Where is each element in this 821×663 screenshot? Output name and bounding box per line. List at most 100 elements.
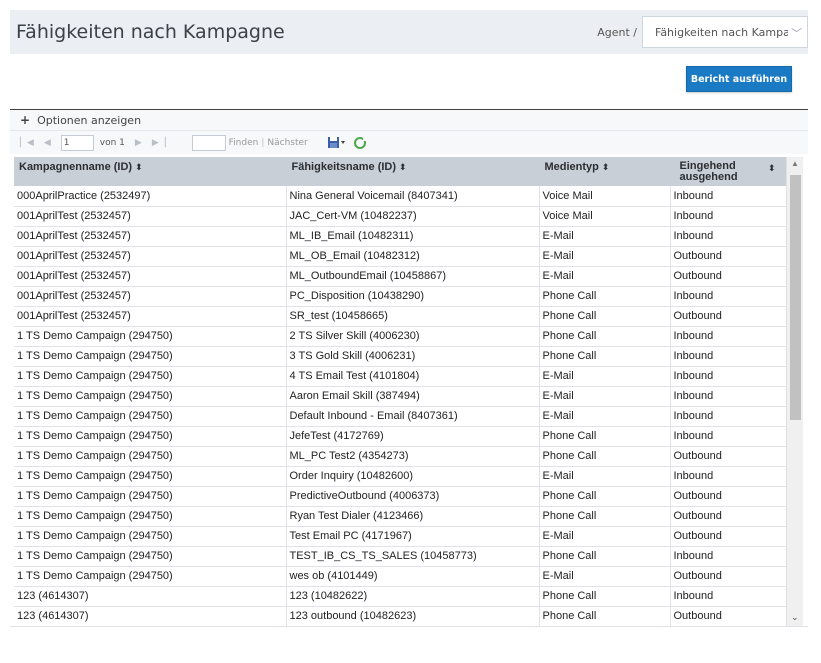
table-row: 1 TS Demo Campaign (294750) 2 TS Silver S… bbox=[14, 326, 787, 347]
table-cell: Phone Call bbox=[539, 346, 671, 367]
table-row: 1 TS Demo Campaign (294750) TEST_IB_CS_TS… bbox=[14, 546, 787, 567]
table-cell: TEST_IB_CS_TS_SALES (10458773) bbox=[286, 546, 540, 567]
table-row: 123 (4614307) 123 outbound (10482623) Phon… bbox=[14, 606, 787, 626]
scroll-down-icon[interactable]: ⌄ bbox=[791, 612, 799, 623]
table-row: 001AprilTest (2532457) JAC_Cert-VM (10482… bbox=[14, 206, 787, 227]
table-cell: wes ob (4101449) bbox=[286, 566, 540, 587]
table-cell: Nina General Voicemail (8407341) bbox=[286, 186, 540, 207]
sort-icon: ⬍ bbox=[767, 163, 776, 173]
table-cell: E-Mail bbox=[539, 366, 671, 387]
table-cell: PC_Disposition (10438290) bbox=[286, 286, 540, 307]
table-cell: Inbound bbox=[670, 286, 787, 307]
previous-page-icon[interactable]: ◀ bbox=[44, 138, 51, 148]
report-table-container: Kampagnenname (ID) ⬍ Fähigkeitsname (ID) ⬍… bbox=[14, 157, 803, 626]
table-cell: Inbound bbox=[670, 386, 787, 407]
table-row: 1 TS Demo Campaign (294750) wes ob (41014… bbox=[14, 566, 787, 587]
table-cell: JefeTest (4172769) bbox=[286, 426, 540, 447]
table-row: 1 TS Demo Campaign (294750) Test Email PC… bbox=[14, 526, 787, 547]
table-cell: Inbound bbox=[670, 206, 787, 227]
next-match-link[interactable]: Nächster bbox=[267, 138, 307, 148]
table-cell: E-Mail bbox=[539, 246, 671, 267]
table-cell: Phone Call bbox=[539, 446, 671, 467]
column-header-campaign[interactable]: Kampagnenname (ID) ⬍ bbox=[14, 157, 287, 186]
refresh-icon[interactable] bbox=[353, 136, 367, 149]
report-footer bbox=[10, 626, 808, 663]
table-row: 1 TS Demo Campaign (294750) Aaron Email S… bbox=[14, 386, 787, 407]
table-cell: 123 (4614307) bbox=[14, 586, 287, 607]
table-cell: 1 TS Demo Campaign (294750) bbox=[14, 446, 287, 467]
table-cell: 1 TS Demo Campaign (294750) bbox=[14, 406, 287, 427]
scrollbar-thumb[interactable] bbox=[790, 175, 801, 420]
table-row: 001AprilTest (2532457) PC_Disposition (10… bbox=[14, 286, 787, 307]
table-cell: 001AprilTest (2532457) bbox=[14, 286, 287, 307]
table-cell: Outbound bbox=[670, 566, 787, 587]
scroll-up-icon[interactable]: ▲ bbox=[791, 159, 799, 168]
table-cell: 3 TS Gold Skill (4006231) bbox=[286, 346, 540, 367]
table-cell: Phone Call bbox=[539, 326, 671, 347]
table-cell: 1 TS Demo Campaign (294750) bbox=[14, 366, 287, 387]
run-report-button[interactable]: Bericht ausführen bbox=[686, 66, 792, 92]
report-select[interactable]: Fähigkeiten nach Kampa ﹀ bbox=[642, 16, 808, 48]
run-bar: Bericht ausführen bbox=[10, 54, 808, 110]
vertical-scrollbar[interactable]: ▲ ⌄ bbox=[786, 157, 803, 626]
column-header-direction[interactable]: Eingehend ausgehend ⬍ bbox=[670, 157, 787, 186]
agent-breadcrumb: Agent / bbox=[597, 25, 637, 39]
table-cell: Ryan Test Dialer (4123466) bbox=[286, 506, 540, 527]
table-row: 001AprilTest (2532457) ML_OutboundEmail (… bbox=[14, 266, 787, 287]
table-cell: 123 outbound (10482623) bbox=[286, 606, 540, 626]
table-cell: Phone Call bbox=[539, 586, 671, 607]
report-frame: Fähigkeiten nach Kampagne Agent / Fähigk… bbox=[10, 10, 808, 663]
table-cell: 001AprilTest (2532457) bbox=[14, 246, 287, 267]
table-cell: 1 TS Demo Campaign (294750) bbox=[14, 426, 287, 447]
table-cell: Outbound bbox=[670, 446, 787, 467]
table-row: 001AprilTest (2532457) ML_IB_Email (10482… bbox=[14, 226, 787, 247]
next-page-icon[interactable]: ▶ bbox=[135, 138, 142, 148]
column-header-media-type[interactable]: Medientyp ⬍ bbox=[539, 157, 671, 186]
table-row: 1 TS Demo Campaign (294750) ML_PC Test2 (… bbox=[14, 446, 787, 467]
table-cell: Outbound bbox=[670, 606, 787, 626]
table-cell: ML_OutboundEmail (10458867) bbox=[286, 266, 540, 287]
export-save-icon[interactable] bbox=[327, 136, 345, 149]
options-toggle[interactable]: + Optionen anzeigen bbox=[10, 110, 808, 131]
table-cell: 1 TS Demo Campaign (294750) bbox=[14, 326, 287, 347]
table-cell: Phone Call bbox=[539, 606, 671, 626]
chevron-down-icon: ﹀ bbox=[788, 25, 802, 41]
table-cell: Phone Call bbox=[539, 426, 671, 447]
table-cell: 001AprilTest (2532457) bbox=[14, 306, 287, 327]
table-cell: Outbound bbox=[670, 506, 787, 527]
find-link[interactable]: Finden bbox=[229, 138, 259, 148]
table-row: 1 TS Demo Campaign (294750) Ryan Test Dia… bbox=[14, 506, 787, 527]
table-cell: Inbound bbox=[670, 186, 787, 207]
first-page-icon[interactable]: ▏◀ bbox=[20, 138, 34, 148]
column-header-skill[interactable]: Fähigkeitsname (ID) ⬍ bbox=[286, 157, 540, 186]
table-cell: 1 TS Demo Campaign (294750) bbox=[14, 386, 287, 407]
table-cell: E-Mail bbox=[539, 226, 671, 247]
table-cell: Inbound bbox=[670, 326, 787, 347]
report-table: Kampagnenname (ID) ⬍ Fähigkeitsname (ID) ⬍… bbox=[14, 157, 787, 626]
table-cell: Phone Call bbox=[539, 306, 671, 327]
table-row: 1 TS Demo Campaign (294750) Order Inquiry… bbox=[14, 466, 787, 487]
page-number-input[interactable]: 1 bbox=[60, 134, 94, 151]
table-cell: Inbound bbox=[670, 366, 787, 387]
table-cell: Outbound bbox=[670, 246, 787, 267]
table-cell: ML_IB_Email (10482311) bbox=[286, 226, 540, 247]
table-row: 1 TS Demo Campaign (294750) Default Inbou… bbox=[14, 406, 787, 427]
table-cell: 000AprilPractice (2532497) bbox=[14, 186, 287, 207]
table-cell: 4 TS Email Test (4101804) bbox=[286, 366, 540, 387]
table-cell: E-Mail bbox=[539, 566, 671, 587]
table-cell: E-Mail bbox=[539, 466, 671, 487]
agent-area: Agent / Fähigkeiten nach Kampa ﹀ bbox=[597, 10, 808, 54]
report-toolbar: ▏◀ ◀ 1 von 1 ▶ ▶▕ Finden | Nächster bbox=[10, 131, 808, 154]
table-cell: 1 TS Demo Campaign (294750) bbox=[14, 546, 287, 567]
table-cell: Outbound bbox=[670, 486, 787, 507]
table-cell: Test Email PC (4171967) bbox=[286, 526, 540, 547]
table-cell: 123 (10482622) bbox=[286, 586, 540, 607]
table-header-row: Kampagnenname (ID) ⬍ Fähigkeitsname (ID) ⬍… bbox=[14, 157, 787, 186]
table-cell: 1 TS Demo Campaign (294750) bbox=[14, 566, 287, 587]
find-input[interactable] bbox=[191, 134, 226, 151]
table-cell: 123 (4614307) bbox=[14, 606, 287, 626]
table-cell: SR_test (10458665) bbox=[286, 306, 540, 327]
last-page-icon[interactable]: ▶▕ bbox=[152, 138, 166, 148]
table-cell: Aaron Email Skill (387494) bbox=[286, 386, 540, 407]
sort-icon: ⬍ bbox=[135, 162, 143, 172]
